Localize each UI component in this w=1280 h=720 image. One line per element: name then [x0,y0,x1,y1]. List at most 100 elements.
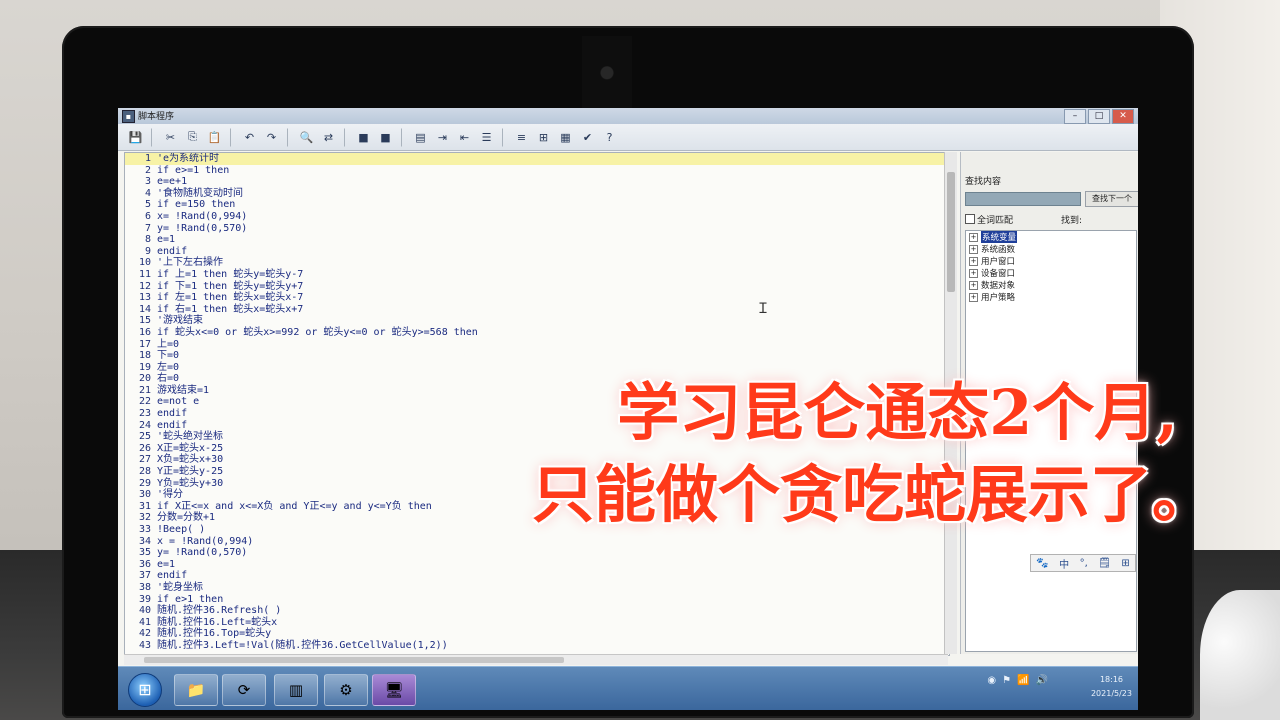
line-number: 1 [144,153,151,164]
horizontal-scrollbar[interactable] [124,654,948,665]
code-text: if e>=1 then [157,164,230,176]
code-line[interactable]: 6 x= !Rand(0,994) [125,211,949,223]
maximize-button[interactable]: □ [1088,109,1110,124]
align-icon[interactable]: ☰ [477,128,496,147]
close-button[interactable]: ✕ [1112,109,1134,124]
code-line[interactable]: 40 随机.控件36.Refresh( ) [125,605,949,617]
code-line[interactable]: 13 if 左=1 then 蛇头x=蛇头x-7 [125,292,949,304]
code-text: '上下左右操作 [157,257,224,269]
toolbar-separator [344,127,348,147]
table-icon[interactable]: ▦ [556,128,575,147]
undo-icon[interactable]: ↶ [240,128,259,147]
list-icon[interactable]: ⊞ [534,128,553,147]
taskbar-clock[interactable]: 18:16 2021/5/23 [1091,673,1132,701]
clock-time: 18:16 [1099,675,1124,684]
bookmark-next-icon[interactable]: ■ [376,128,395,147]
find-input[interactable] [965,192,1081,206]
tree-item[interactable]: + 数据对象 [966,279,1136,291]
code-line[interactable]: 11 if 上=1 then 蛇头y=蛇头y-7 [125,269,949,281]
line-number: 4 [144,187,151,199]
code-line[interactable]: 12 if 下=1 then 蛇头y=蛇头y+7 [125,281,949,293]
code-line[interactable]: 35 y= !Rand(0,570) [125,547,949,559]
code-line[interactable]: 10 '上下左右操作 [125,257,949,269]
start-button[interactable]: ⊞ [128,673,162,707]
scroll-thumb[interactable] [144,657,564,663]
replace-icon[interactable]: ⇄ [319,128,338,147]
cut-icon[interactable]: ✂ [161,128,180,147]
expand-icon[interactable]: + [969,232,978,242]
code-line[interactable]: 43 随机.控件3.Left=!Val(随机.控件36.GetCellValue(… [125,640,949,652]
tree-item[interactable]: + 系统函数 [966,243,1136,255]
code-line[interactable]: 36 e=1 [125,559,949,571]
line-number: 13 [138,292,151,304]
scroll-thumb[interactable] [947,172,955,292]
line-number: 20 [138,373,151,385]
bookmark-icon[interactable]: ■ [354,128,373,147]
check-icon[interactable]: ✔ [578,128,597,147]
help-icon[interactable]: ? [600,128,619,147]
expand-icon[interactable]: + [969,292,978,302]
code-line[interactable]: 39 if e>1 then [125,594,949,606]
redo-icon[interactable]: ↷ [262,128,281,147]
tree-icon[interactable]: ≡ [512,128,531,147]
code-line[interactable]: 2 if e>=1 then [125,165,949,177]
expand-icon[interactable]: + [969,268,978,278]
foreground-object [1200,590,1280,720]
tree-item-label: 用户窗口 [981,257,1016,267]
code-line[interactable]: 16 if 蛇头x<=0 or 蛇头x>=992 or 蛇头y<=0 or 蛇头y… [125,327,949,339]
code-line[interactable]: 9 endif [125,246,949,258]
code-line[interactable]: 34 x = !Rand(0,994) [125,536,949,548]
code-line[interactable]: 15 '游戏结束 [125,315,949,327]
minimize-button[interactable]: – [1064,109,1086,124]
ime-button-icon[interactable]: 🐾 [1036,558,1048,569]
expand-icon[interactable]: + [969,280,978,290]
ime-button-icon[interactable]: °, [1080,558,1088,569]
taskbar-app-button[interactable]: ⟳ [222,674,266,706]
line-number: 14 [138,303,151,315]
code-line[interactable]: 18 下=0 [125,350,949,362]
ime-button-icon[interactable]: 🗒 [1098,558,1111,569]
code-line[interactable]: 1 'e为系统计时 [125,153,949,165]
code-line[interactable]: 5 if e=150 then [125,199,949,211]
taskbar-mcgs-button[interactable]: 🖥 [372,674,416,706]
paste-icon[interactable]: 📋 [205,128,224,147]
whole-word-checkbox[interactable] [965,214,975,224]
taskbar-doc-button[interactable]: ▥ [274,674,318,706]
expand-icon[interactable]: + [969,256,978,266]
code-line[interactable]: 42 随机.控件16.Top=蛇头y [125,628,949,640]
ime-button-icon[interactable]: ⊞ [1121,558,1129,569]
indent-icon[interactable]: ⇥ [433,128,452,147]
save-icon[interactable]: 💾 [126,128,145,147]
tree-item[interactable]: + 系统变量 [966,231,1136,243]
code-line[interactable]: 41 随机.控件16.Left=蛇头x [125,617,949,629]
tree-item[interactable]: + 设备窗口 [966,267,1136,279]
tree-item[interactable]: + 用户窗口 [966,255,1136,267]
code-line[interactable]: 17 上=0 [125,339,949,351]
taskbar-tool-button[interactable]: ⚙ [324,674,368,706]
find-next-button[interactable]: 查找下一个 [1085,191,1138,207]
code-line[interactable]: 8 e=1 [125,234,949,246]
signal-icon[interactable]: 📶 [1017,675,1029,686]
code-line[interactable]: 14 if 右=1 then 蛇头x=蛇头x+7 [125,304,949,316]
code-text: endif [157,245,188,257]
expand-icon[interactable]: + [969,244,978,254]
code-line[interactable]: 4 '食物随机变动时间 [125,188,949,200]
code-line[interactable]: 37 endif [125,570,949,582]
ime-button-icon[interactable]: 中 [1059,556,1069,571]
volume-icon[interactable]: 🔊 [1036,675,1048,686]
taskbar-explorer-button[interactable]: 📁 [174,674,218,706]
code-line[interactable]: 38 '蛇身坐标 [125,582,949,594]
code-text: if e=150 then [157,199,236,211]
code-line[interactable]: 3 e=e+1 [125,176,949,188]
code-text: Y正=蛇头y-25 [157,466,224,478]
tree-item[interactable]: + 用户策略 [966,291,1136,303]
find-icon[interactable]: 🔍 [297,128,316,147]
copy-icon[interactable]: ⎘ [183,128,202,147]
outdent-icon[interactable]: ⇤ [455,128,474,147]
window-titlebar[interactable]: ▪ 脚本程序 – □ ✕ [118,108,1138,124]
code-line[interactable]: 7 y= !Rand(0,570) [125,223,949,235]
comment-icon[interactable]: ▤ [411,128,430,147]
network-icon[interactable]: ◉ [987,675,996,686]
flag-icon[interactable]: ⚑ [1002,675,1011,686]
toolbar-separator [151,127,155,147]
